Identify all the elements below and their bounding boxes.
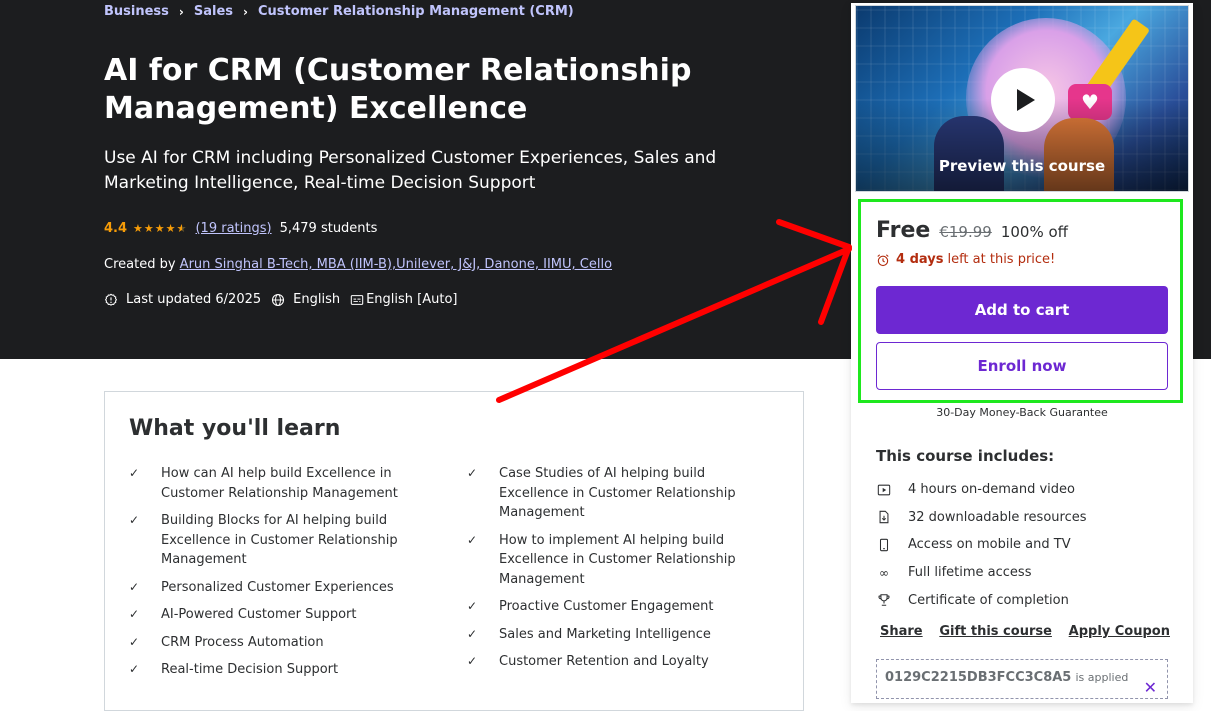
learn-item: ✓ Case Studies of AI helping build Excell… [467, 466, 736, 520]
alarm-clock-icon [877, 253, 889, 266]
learn-item: ✓ Customer Retention and Loyalty [467, 652, 757, 672]
chevron-right-icon: › [243, 4, 248, 19]
what-youll-learn: What you'll learn ✓ How can AI help build… [104, 391, 804, 711]
check-icon: ✓ [129, 634, 140, 649]
include-item: Access on mobile and TV [876, 531, 1087, 559]
globe-icon [272, 293, 285, 306]
learn-title: What you'll learn [129, 416, 341, 441]
file-download-icon [876, 509, 892, 525]
check-icon: ✓ [467, 466, 478, 480]
share-link[interactable]: Share [880, 624, 923, 639]
captions: English [Auto] [350, 292, 458, 307]
include-item: 4 hours on-demand video [876, 476, 1087, 504]
learn-item: ✓ How can AI help build Excellence in Cus… [129, 466, 398, 501]
created-by-label: Created by [104, 257, 176, 272]
include-item: Certificate of completion [876, 586, 1087, 614]
ratings-count-link[interactable]: (19 ratings) [195, 221, 271, 236]
last-updated: Last updated 6/2025 [104, 292, 261, 307]
gift-course-link[interactable]: Gift this course [939, 624, 1052, 639]
check-icon: ✓ [129, 579, 140, 594]
infinity-icon: ∞ [879, 565, 889, 580]
preview-label[interactable]: Preview this course [856, 157, 1188, 175]
rating-value: 4.4 [104, 221, 128, 236]
instructor-link[interactable]: Arun Singhal B-Tech, MBA (IIM-B),Unileve… [180, 257, 612, 272]
mobile-icon [876, 537, 892, 553]
purchase-sidebar: ♥ Preview this course Free €19.99 100% o… [851, 3, 1193, 703]
current-price: Free [876, 218, 931, 243]
sidebar-links: Share Gift this course Apply Coupon [880, 624, 1170, 639]
language-text: English [293, 292, 341, 307]
students-count: 5,479 students [279, 221, 378, 236]
apply-coupon-link[interactable]: Apply Coupon [1069, 624, 1170, 639]
language: English [271, 292, 340, 307]
money-back-guarantee: 30-Day Money-Back Guarantee [936, 406, 1108, 419]
check-icon: ✓ [467, 599, 478, 613]
learn-item: ✓ Proactive Customer Engagement [467, 597, 757, 617]
last-updated-text: Last updated 6/2025 [126, 292, 262, 307]
course-preview[interactable]: ♥ Preview this course [855, 5, 1189, 192]
meta-row: Last updated 6/2025 English English [Aut… [104, 292, 468, 307]
check-icon: ✓ [129, 513, 140, 527]
captions-text: English [Auto] [366, 292, 458, 307]
original-price: €19.99 [939, 223, 992, 241]
check-icon: ✓ [129, 662, 140, 676]
rating-row: 4.4 ★★★★★★ (19 ratings) 5,479 students [104, 221, 377, 236]
applied-coupon: 0129C2215DB3FCC3C8A5 is applied ✕ [876, 659, 1168, 699]
price-row: Free €19.99 100% off [876, 218, 1068, 243]
check-icon: ✓ [467, 532, 478, 547]
timer-days: 4 days [896, 252, 944, 267]
learn-item: ✓ Real-time Decision Support [129, 660, 419, 680]
check-icon: ✓ [467, 626, 478, 641]
check-icon: ✓ [129, 466, 140, 480]
trophy-icon [876, 592, 892, 608]
enroll-now-button[interactable]: Enroll now [876, 342, 1168, 390]
includes-title: This course includes: [876, 447, 1055, 465]
breadcrumb-sales[interactable]: Sales [194, 4, 233, 19]
coupon-code: 0129C2215DB3FCC3C8A5 [885, 670, 1072, 685]
discount-percent: 100% off [1000, 223, 1068, 241]
add-to-cart-button[interactable]: Add to cart [876, 286, 1168, 334]
check-icon: ✓ [129, 607, 140, 621]
course-title: AI for CRM (Customer Relationship Manage… [104, 53, 692, 126]
breadcrumb: Business › Sales › Customer Relationship… [104, 4, 574, 19]
include-item: 32 downloadable resources [876, 504, 1087, 532]
price-timer: 4 days left at this price! [876, 252, 1055, 267]
learn-item: ✓ Personalized Customer Experiences [129, 578, 419, 598]
learn-item: ✓ How to implement AI helping build Excel… [467, 532, 736, 587]
star-rating-icon: ★★★★★★ [133, 222, 187, 235]
check-icon: ✓ [467, 654, 478, 668]
play-button-icon[interactable] [991, 68, 1055, 132]
breadcrumb-crm[interactable]: Customer Relationship Management (CRM) [258, 4, 574, 19]
learn-list-right: ✓ Case Studies of AI helping build Excell… [467, 464, 757, 680]
breadcrumb-business[interactable]: Business [104, 4, 169, 19]
chevron-right-icon: › [178, 4, 184, 19]
closed-captions-icon [350, 294, 364, 305]
learn-item: ✓ AI-Powered Customer Support [129, 605, 419, 625]
video-icon [876, 482, 892, 498]
alert-badge-icon [104, 293, 118, 306]
learn-item: ✓ Sales and Marketing Intelligence [467, 625, 757, 645]
timer-text: left at this price! [947, 252, 1056, 267]
include-item: ∞ Full lifetime access [876, 559, 1087, 587]
includes-list: 4 hours on-demand video 32 downloadable … [876, 476, 1087, 614]
coupon-status: is applied [1075, 671, 1129, 684]
learn-list-left: ✓ How can AI help build Excellence in Cus… [129, 464, 419, 688]
learn-item: ✓ CRM Process Automation [129, 633, 419, 653]
course-subtitle: Use AI for CRM including Personalized Cu… [104, 148, 717, 193]
learn-item: ✓ Building Blocks for AI helping build Ex… [129, 513, 398, 567]
created-by-row: Created by Arun Singhal B-Tech, MBA (IIM… [104, 257, 612, 272]
